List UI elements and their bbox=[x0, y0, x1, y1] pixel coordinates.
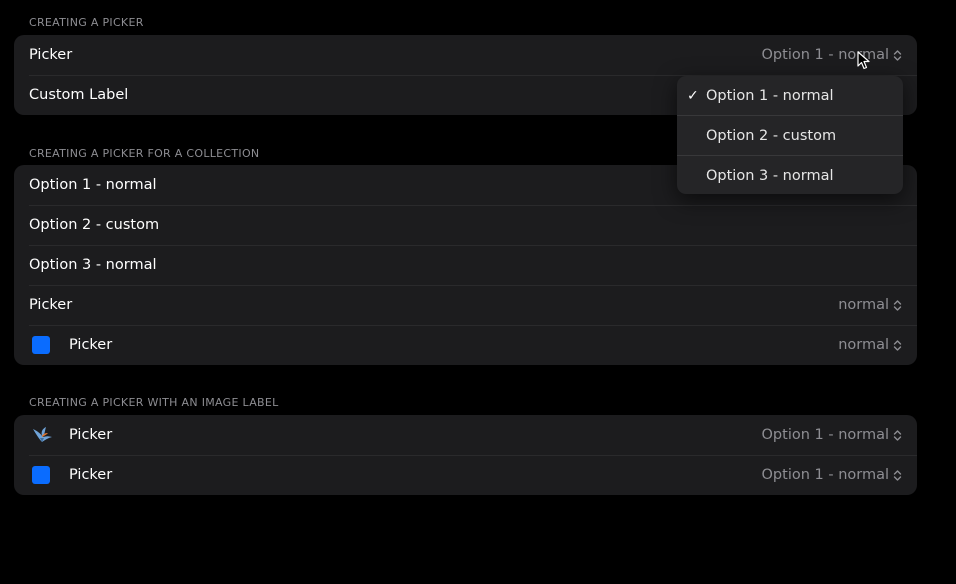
option-3-row[interactable]: Option 3 - normal bbox=[14, 245, 917, 285]
up-down-chevron-icon bbox=[893, 49, 902, 61]
square-picker-value[interactable]: Option 1 - normal bbox=[762, 455, 902, 495]
up-down-chevron-icon bbox=[893, 339, 902, 351]
blue-square-icon bbox=[32, 336, 50, 354]
up-down-chevron-icon bbox=[893, 299, 902, 311]
section-header-picker: CREATING A PICKER bbox=[29, 16, 144, 29]
blue-square-icon bbox=[32, 466, 50, 484]
collection-picker-value-text: normal bbox=[838, 297, 889, 313]
collection-icon-picker-row[interactable]: Picker normal bbox=[14, 325, 917, 365]
bird-picker-value[interactable]: Option 1 - normal bbox=[762, 415, 902, 455]
picker-label: Picker bbox=[29, 47, 73, 63]
menu-item-option-3[interactable]: Option 3 - normal bbox=[677, 155, 903, 194]
menu-item-option-2[interactable]: Option 2 - custom bbox=[677, 115, 903, 155]
mouse-pointer-icon bbox=[857, 51, 870, 70]
option-2-row[interactable]: Option 2 - custom bbox=[14, 205, 917, 245]
square-picker-label: Picker bbox=[69, 467, 113, 483]
picker-dropdown-menu: ✓ Option 1 - normal Option 2 - custom Op… bbox=[677, 76, 903, 194]
bird-picker-value-text: Option 1 - normal bbox=[761, 427, 889, 443]
section-header-collection: CREATING A PICKER FOR A COLLECTION bbox=[29, 147, 260, 160]
option-1-label: Option 1 - normal bbox=[29, 177, 157, 193]
checkmark-icon: ✓ bbox=[687, 87, 699, 104]
up-down-chevron-icon bbox=[893, 469, 902, 481]
custom-label: Custom Label bbox=[29, 87, 129, 103]
menu-item-label: Option 3 - normal bbox=[706, 167, 834, 184]
collection-group: Option 1 - normal Option 2 - custom Opti… bbox=[14, 165, 917, 365]
section-header-image-label: CREATING A PICKER WITH AN IMAGE LABEL bbox=[29, 396, 279, 409]
image-label-group: Picker Option 1 - normal Picker Option 1… bbox=[14, 415, 917, 495]
menu-item-option-1[interactable]: ✓ Option 1 - normal bbox=[677, 76, 903, 115]
bird-picker-label: Picker bbox=[69, 427, 113, 443]
square-picker-row[interactable]: Picker Option 1 - normal bbox=[14, 455, 917, 495]
collection-icon-picker-value-text: normal bbox=[838, 337, 889, 353]
bird-picker-row[interactable]: Picker Option 1 - normal bbox=[14, 415, 917, 455]
picker-row[interactable]: Picker Option 1 - normal bbox=[14, 35, 917, 75]
option-2-label: Option 2 - custom bbox=[29, 217, 160, 233]
up-down-chevron-icon bbox=[893, 429, 902, 441]
square-picker-value-text: Option 1 - normal bbox=[761, 467, 889, 483]
menu-item-label: Option 1 - normal bbox=[706, 87, 834, 104]
collection-icon-picker-value[interactable]: normal bbox=[838, 325, 902, 365]
collection-picker-value[interactable]: normal bbox=[838, 285, 902, 325]
option-3-label: Option 3 - normal bbox=[29, 257, 157, 273]
collection-icon-picker-label: Picker bbox=[69, 337, 113, 353]
collection-picker-label: Picker bbox=[29, 297, 73, 313]
picker-value[interactable]: Option 1 - normal bbox=[762, 35, 902, 75]
menu-item-label: Option 2 - custom bbox=[706, 127, 837, 144]
collection-picker-row[interactable]: Picker normal bbox=[14, 285, 917, 325]
bird-app-icon bbox=[33, 427, 52, 442]
